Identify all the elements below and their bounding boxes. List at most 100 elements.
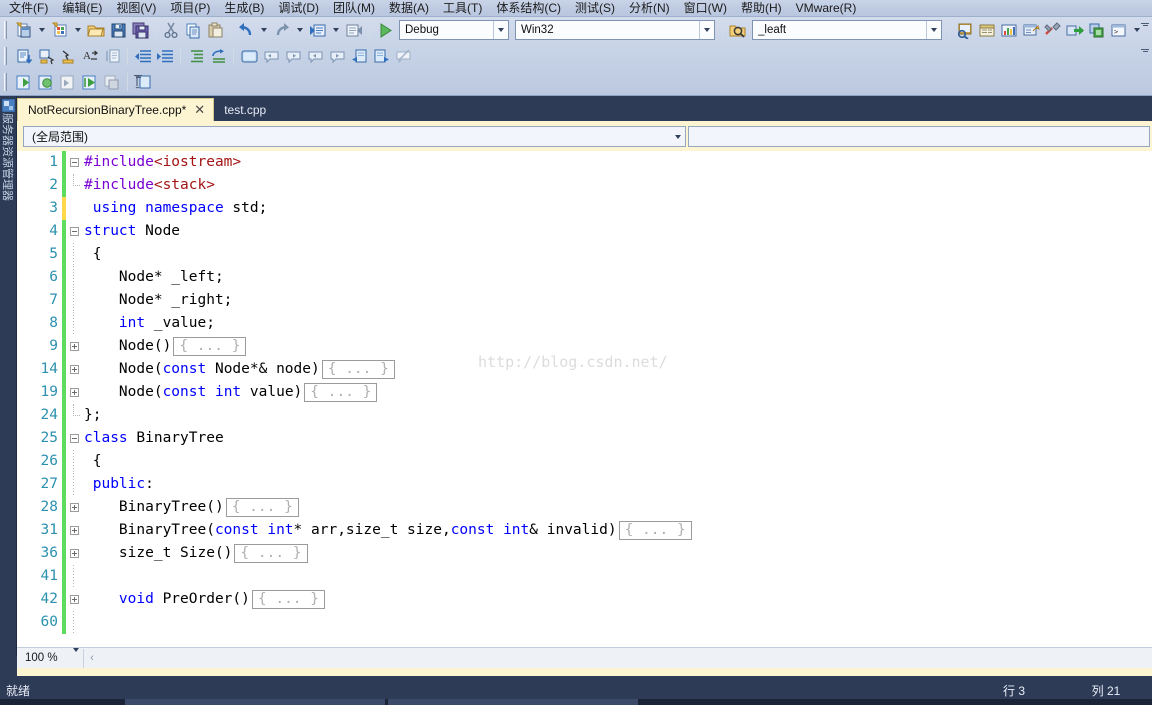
expand-plus-icon[interactable] bbox=[69, 549, 79, 558]
horizontal-scrollbar-track[interactable] bbox=[100, 648, 1152, 668]
outlining-margin[interactable] bbox=[66, 197, 82, 220]
menu-item[interactable]: 分析(N) bbox=[622, 0, 677, 17]
code-text[interactable]: Node(){ ... } bbox=[82, 335, 247, 358]
command-window-icon[interactable]: > bbox=[1108, 19, 1130, 41]
collapsed-block[interactable]: { ... } bbox=[225, 497, 299, 517]
collapsed-block[interactable]: { ... } bbox=[173, 336, 247, 356]
menu-item[interactable]: 视图(V) bbox=[109, 0, 163, 17]
error-list-icon[interactable] bbox=[1086, 19, 1108, 41]
prev-bookmark-folder-icon[interactable] bbox=[304, 45, 326, 67]
outlining-margin[interactable] bbox=[66, 174, 82, 197]
outlining-margin[interactable] bbox=[66, 243, 82, 266]
toggle-all-outlining-icon[interactable] bbox=[185, 45, 207, 67]
undo-icon[interactable] bbox=[235, 19, 257, 41]
increase-indent-icon[interactable] bbox=[154, 45, 176, 67]
start-debug-icon[interactable] bbox=[374, 19, 396, 41]
outlining-margin[interactable] bbox=[66, 427, 82, 450]
find-combo[interactable]: _leaft bbox=[752, 20, 942, 40]
insert-snippet-icon[interactable] bbox=[13, 45, 35, 67]
outlining-margin[interactable] bbox=[66, 404, 82, 427]
new-project-icon[interactable] bbox=[13, 19, 35, 41]
next-bookmark-doc-icon[interactable] bbox=[370, 45, 392, 67]
collapsed-block[interactable]: { ... } bbox=[251, 589, 325, 609]
copy-icon[interactable] bbox=[182, 19, 204, 41]
outlining-margin[interactable] bbox=[66, 519, 82, 542]
menu-item[interactable]: 文件(F) bbox=[2, 0, 55, 17]
step-into-icon[interactable] bbox=[13, 71, 35, 93]
solution-configuration-combo[interactable]: Debug bbox=[399, 20, 509, 40]
outlining-margin[interactable] bbox=[66, 266, 82, 289]
collapsed-block[interactable]: { ... } bbox=[234, 543, 308, 563]
solution-platform-combo[interactable]: Win32 bbox=[515, 20, 715, 40]
comment-lines-icon[interactable] bbox=[57, 45, 79, 67]
toolbar-overflow-row3[interactable] bbox=[134, 75, 142, 78]
code-text[interactable]: size_t Size(){ ... } bbox=[82, 542, 308, 565]
menu-item[interactable]: 窗口(W) bbox=[677, 0, 734, 17]
chevron-down-icon[interactable] bbox=[699, 21, 714, 39]
save-all-icon[interactable] bbox=[129, 19, 151, 41]
find-in-files-icon[interactable] bbox=[954, 19, 976, 41]
menu-item[interactable]: VMware(R) bbox=[789, 0, 864, 17]
taskbar-item[interactable] bbox=[125, 699, 385, 705]
code-line[interactable]: 24}; bbox=[17, 404, 1152, 427]
toolbar-overflow-row2[interactable] bbox=[1141, 49, 1149, 52]
code-line[interactable]: 5 { bbox=[17, 243, 1152, 266]
menu-item[interactable]: 项目(P) bbox=[163, 0, 217, 17]
code-text[interactable]: public: bbox=[82, 473, 154, 496]
code-line[interactable]: 25 class BinaryTree bbox=[17, 427, 1152, 450]
new-project-dropdown-icon[interactable] bbox=[35, 19, 49, 41]
decrease-indent-icon[interactable] bbox=[132, 45, 154, 67]
menu-item[interactable]: 数据(A) bbox=[382, 0, 436, 17]
scroll-left-arrow-icon[interactable]: ‹ bbox=[84, 649, 100, 668]
code-line[interactable]: 8 int _value; bbox=[17, 312, 1152, 335]
code-editor[interactable]: http://blog.csdn.net/ 1 #include<iostream… bbox=[17, 151, 1152, 649]
redo-icon[interactable] bbox=[271, 19, 293, 41]
code-line[interactable]: 31 BinaryTree(const int* arr,size_t size… bbox=[17, 519, 1152, 542]
paste-icon[interactable] bbox=[204, 19, 226, 41]
toolbar-grip[interactable] bbox=[4, 21, 11, 39]
collapsed-block[interactable]: { ... } bbox=[321, 359, 395, 379]
taskbar-item[interactable] bbox=[388, 699, 638, 705]
expand-plus-icon[interactable] bbox=[69, 365, 79, 374]
outlining-margin[interactable] bbox=[66, 450, 82, 473]
code-text[interactable]: #include<iostream> bbox=[82, 151, 241, 174]
zoom-combo[interactable]: 100 % bbox=[21, 648, 83, 668]
toggle-bookmark-icon[interactable] bbox=[238, 45, 260, 67]
expand-plus-icon[interactable] bbox=[69, 342, 79, 351]
code-text[interactable]: using namespace std; bbox=[82, 197, 268, 220]
outlining-margin[interactable] bbox=[66, 289, 82, 312]
code-line[interactable]: 3 using namespace std; bbox=[17, 197, 1152, 220]
code-text[interactable]: { bbox=[82, 243, 102, 266]
menu-item[interactable]: 调试(D) bbox=[271, 0, 326, 17]
find-icon[interactable] bbox=[727, 19, 749, 41]
expand-plus-icon[interactable] bbox=[69, 595, 79, 604]
member-combo[interactable] bbox=[687, 126, 1150, 147]
code-text[interactable]: Node(const Node*& node){ ... } bbox=[82, 358, 395, 381]
menu-item[interactable]: 生成(B) bbox=[217, 0, 271, 17]
close-icon[interactable]: ✕ bbox=[194, 103, 205, 116]
redo-dropdown-icon[interactable] bbox=[293, 19, 307, 41]
code-text[interactable]: Node* _right; bbox=[82, 289, 233, 312]
collapse-minus-icon[interactable] bbox=[69, 434, 79, 443]
chevron-down-icon[interactable] bbox=[926, 21, 941, 39]
toolbox-icon[interactable] bbox=[1042, 19, 1064, 41]
new-item-icon[interactable] bbox=[49, 19, 71, 41]
menu-item[interactable]: 工具(T) bbox=[436, 0, 489, 17]
code-line[interactable]: 41 bbox=[17, 565, 1152, 588]
code-line[interactable]: 28 BinaryTree(){ ... } bbox=[17, 496, 1152, 519]
expand-plus-icon[interactable] bbox=[69, 503, 79, 512]
show-next-statement-icon[interactable] bbox=[101, 71, 123, 93]
solution-explorer-icon[interactable] bbox=[998, 19, 1020, 41]
cut-icon[interactable] bbox=[160, 19, 182, 41]
menu-item[interactable]: 体系结构(C) bbox=[489, 0, 568, 17]
editor-horizontal-scroll-row[interactable]: 100 % ‹ bbox=[17, 647, 1152, 668]
code-text[interactable]: { bbox=[82, 450, 102, 473]
collapse-minus-icon[interactable] bbox=[69, 227, 79, 236]
tab-test-cpp[interactable]: test.cpp bbox=[214, 98, 274, 121]
collapse-minus-icon[interactable] bbox=[69, 158, 79, 167]
code-line[interactable]: 42 void PreOrder(){ ... } bbox=[17, 588, 1152, 611]
code-line[interactable]: 14 Node(const Node*& node){ ... } bbox=[17, 358, 1152, 381]
uncomment-lines-icon[interactable]: A bbox=[79, 45, 101, 67]
code-text[interactable]: void PreOrder(){ ... } bbox=[82, 588, 325, 611]
menu-item[interactable]: 编辑(E) bbox=[55, 0, 109, 17]
